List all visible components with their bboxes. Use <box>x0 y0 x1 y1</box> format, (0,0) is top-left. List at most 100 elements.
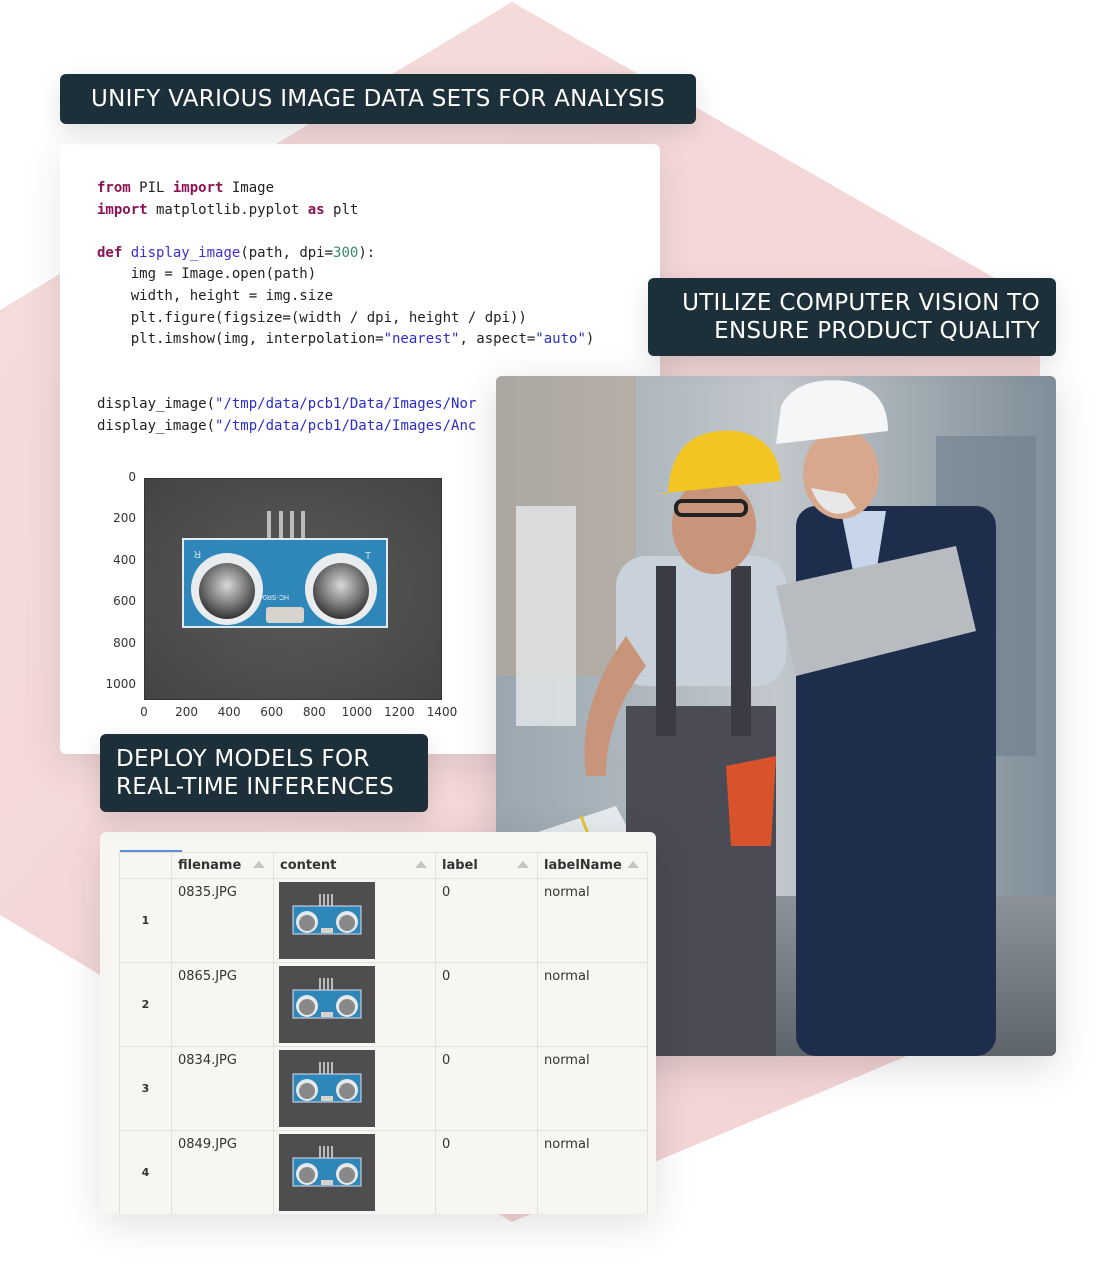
y-tick-label: 400 <box>113 552 136 567</box>
row-index: 1 <box>119 878 172 963</box>
table-row[interactable]: 3 0834.JPG 0 normal <box>119 1046 648 1131</box>
x-tick-label: 200 <box>175 705 199 719</box>
code-token: "auto" <box>535 331 586 348</box>
tag-unify-text: UNIFY VARIOUS IMAGE DATA SETS FOR ANALYS… <box>91 86 665 112</box>
sensor-thumbnail <box>279 1134 375 1211</box>
code-line: import matplotlib.pyplot as plt <box>97 200 594 222</box>
code-token: import <box>97 201 148 218</box>
cell-content <box>273 1130 436 1214</box>
cell-labelname: normal <box>537 1130 648 1214</box>
y-tick-label: 0 <box>128 470 136 484</box>
tag-utilize-computer-vision: UTILIZE COMPUTER VISION TO ENSURE PRODUC… <box>648 278 1056 356</box>
cell-content <box>273 1046 436 1131</box>
code-token: import <box>172 180 224 196</box>
code-token: display_image( <box>97 417 216 434</box>
tag-deploy-line1: DEPLOY MODELS FOR <box>116 746 370 772</box>
cell-filename: 0835.JPG <box>171 878 274 963</box>
cell-label: 0 <box>435 962 538 1047</box>
code-token: 300 <box>333 244 359 261</box>
column-header-labelname[interactable]: labelName <box>537 852 648 879</box>
sensor-thumbnail <box>279 1050 375 1127</box>
code-token: (path, dpi= <box>240 244 334 261</box>
sort-asc-icon[interactable] <box>627 861 639 868</box>
code-token: ): <box>358 244 376 261</box>
board-model-label: HC-SR04 <box>259 593 289 600</box>
y-tick-label: 200 <box>113 511 136 526</box>
code-token: plt.figure(figsize=(width / dpi, height … <box>97 309 527 326</box>
column-header-content[interactable]: content <box>273 852 436 879</box>
sort-asc-icon[interactable] <box>517 861 529 868</box>
table-header-row: filename content label labelName <box>119 852 648 879</box>
sort-asc-icon[interactable] <box>253 861 265 868</box>
cell-content <box>273 962 436 1047</box>
x-tick-label: 600 <box>260 705 284 719</box>
tag-deploy-line2: REAL-TIME INFERENCES <box>116 774 395 800</box>
table-row[interactable]: 4 0849.JPG 0 normal <box>119 1130 648 1214</box>
code-token: "/tmp/data/pcb1/Data/Images/Nor <box>215 395 477 412</box>
column-header-filename[interactable]: filename <box>171 852 274 879</box>
code-token: Image <box>223 180 275 196</box>
plot-image-frame: R T HC-SR04 <box>144 478 442 700</box>
y-tick-label: 600 <box>113 594 136 609</box>
tag-unify-image-data: UNIFY VARIOUS IMAGE DATA SETS FOR ANALYS… <box>60 74 696 124</box>
row-index: 3 <box>119 1046 172 1131</box>
code-line: def display_image(path, dpi=300): <box>97 243 594 265</box>
cell-labelname: normal <box>537 962 648 1047</box>
cell-filename: 0865.JPG <box>171 962 274 1047</box>
code-token: matplotlib.pyplot <box>147 201 308 218</box>
code-token: plt.imshow(img, interpolation= <box>97 331 384 348</box>
code-token: width, height = img.size <box>97 287 334 304</box>
code-line: plt.figure(figsize=(width / dpi, height … <box>97 308 594 330</box>
cell-filename: 0834.JPG <box>171 1046 274 1131</box>
tag-utilize-line2: ENSURE PRODUCT QUALITY <box>714 318 1040 344</box>
sort-asc-icon[interactable] <box>415 861 427 868</box>
cell-label: 0 <box>435 878 538 963</box>
dataframe-table-card: filename content label labelName 1 0835.J… <box>100 832 656 1214</box>
code-token: display_image( <box>97 395 216 412</box>
tag-deploy-models: DEPLOY MODELS FOR REAL-TIME INFERENCES <box>100 734 428 812</box>
code-token: PIL <box>130 180 173 196</box>
cell-label: 0 <box>435 1130 538 1214</box>
code-line: from PIL import Image <box>97 178 594 200</box>
cell-filename: 0849.JPG <box>171 1130 274 1214</box>
code-line: img = Image.open(path) <box>97 264 594 286</box>
board-label-t: T <box>365 551 371 562</box>
code-token: ) <box>585 331 595 348</box>
x-tick-label: 1200 <box>384 705 415 719</box>
code-line: width, height = img.size <box>97 286 594 308</box>
code-token: from <box>97 180 131 196</box>
code-token: def <box>97 244 123 261</box>
code-token: "nearest" <box>383 331 460 348</box>
code-token: , aspect= <box>459 331 536 348</box>
code-token: plt <box>324 201 359 218</box>
image-plot: R T HC-SR04 0 200 400 600 800 1000 0 200 400 600 8… <box>60 464 480 734</box>
table-row[interactable]: 1 0835.JPG 0 normal <box>119 878 648 963</box>
code-token: display_image <box>130 244 241 261</box>
cell-content <box>273 878 436 963</box>
dataframe-table: filename content label labelName 1 0835.J… <box>119 852 648 1214</box>
index-header <box>119 852 172 879</box>
x-tick-label: 1400 <box>426 705 458 719</box>
sensor-image: R T HC-SR04 <box>145 479 441 699</box>
cell-labelname: normal <box>537 1046 648 1131</box>
table-row[interactable]: 2 0865.JPG 0 normal <box>119 962 648 1047</box>
cell-labelname: normal <box>537 878 648 963</box>
code-token: img = Image.open(path) <box>97 266 317 283</box>
row-index: 4 <box>119 1130 172 1214</box>
tag-utilize-line1: UTILIZE COMPUTER VISION TO <box>682 290 1040 316</box>
sensor-thumbnail <box>279 882 375 959</box>
y-tick-label: 800 <box>113 635 136 650</box>
code-token: "/tmp/data/pcb1/Data/Images/Anc <box>215 417 477 434</box>
x-tick-label: 800 <box>302 705 326 719</box>
sensor-thumbnail <box>279 966 375 1043</box>
code-token: as <box>307 201 325 218</box>
x-tick-label: 1000 <box>341 705 373 719</box>
code-line: plt.imshow(img, interpolation="nearest",… <box>97 329 595 351</box>
board-label-r: R <box>194 548 201 559</box>
y-tick-label: 1000 <box>105 677 136 692</box>
cell-label: 0 <box>435 1046 538 1131</box>
column-header-label[interactable]: label <box>435 852 538 879</box>
